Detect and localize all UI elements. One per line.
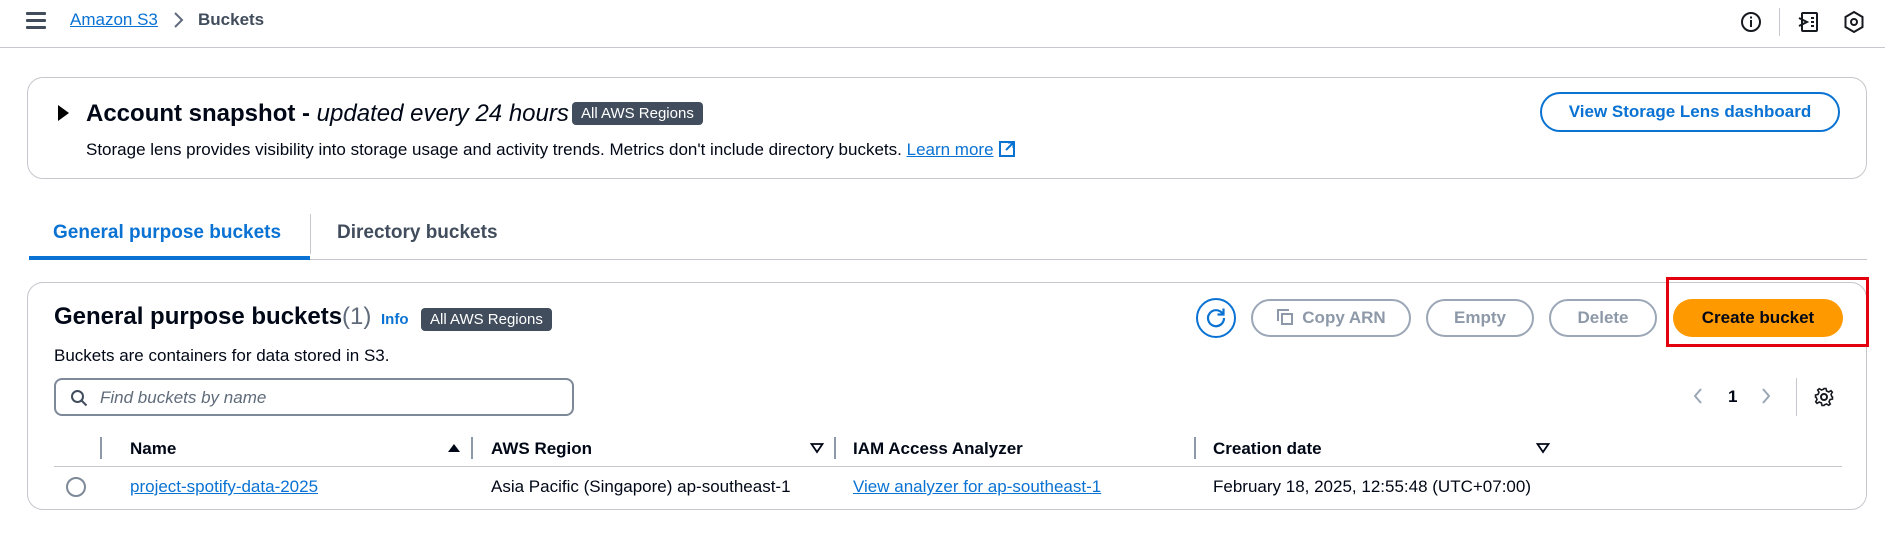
snapshot-title-separator: - (295, 100, 317, 127)
snapshot-subtitle: updated every 24 hours (316, 100, 569, 127)
learn-more-label: Learn more (906, 140, 994, 159)
panel-title: General purpose buckets (54, 303, 343, 330)
general-purpose-buckets-panel: General purpose buckets (1) Info All AWS… (27, 282, 1867, 510)
highlight-box (1666, 277, 1869, 347)
snapshot-title: Account snapshot - updated every 24 hour… (86, 100, 569, 128)
external-link-icon (998, 141, 1015, 157)
column-header-iam-access-analyzer[interactable]: IAM Access Analyzer (853, 439, 1023, 459)
column-header-name[interactable]: Name (130, 439, 176, 459)
column-divider (100, 437, 102, 459)
info-link[interactable]: Info (381, 311, 409, 328)
bucket-type-tabs: General purpose buckets Directory bucket… (29, 210, 1867, 260)
region-badge: All AWS Regions (421, 308, 552, 331)
breadcrumb-current: Buckets (198, 10, 265, 29)
bucket-count: (1) (342, 303, 372, 330)
empty-button[interactable]: Empty (1426, 299, 1534, 337)
tab-divider (310, 214, 311, 254)
copy-arn-button[interactable]: Copy ARN (1251, 299, 1411, 337)
settings-hex-icon[interactable] (1842, 10, 1866, 34)
bucket-region: Asia Pacific (Singapore) ap-southeast-1 (491, 477, 791, 496)
info-circle-icon[interactable] (1739, 10, 1763, 34)
sort-descending-icon[interactable] (1536, 442, 1550, 454)
gear-icon[interactable] (1814, 387, 1834, 407)
view-storage-lens-button[interactable]: View Storage Lens dashboard (1540, 92, 1840, 132)
bucket-name-link[interactable]: project-spotify-data-2025 (130, 477, 318, 497)
current-page-number[interactable]: 1 (1728, 387, 1737, 407)
account-snapshot-panel: Account snapshot - updated every 24 hour… (27, 77, 1867, 179)
search-input[interactable] (100, 386, 560, 410)
tab-directory-buckets[interactable]: Directory buckets (337, 222, 498, 244)
column-divider (471, 437, 473, 459)
active-tab-indicator (29, 256, 310, 260)
bucket-search-field[interactable] (54, 378, 574, 416)
refresh-icon (1206, 308, 1226, 328)
region-badge: All AWS Regions (572, 102, 703, 125)
delete-button[interactable]: Delete (1549, 299, 1657, 337)
column-header-region[interactable]: AWS Region (491, 439, 592, 459)
menu-icon[interactable] (26, 12, 46, 30)
table-header: Name AWS Region IAM Access Analyzer Crea… (54, 429, 1842, 467)
snapshot-title-text: Account snapshot (86, 100, 296, 127)
snapshot-description: Storage lens provides visibility into st… (86, 140, 1016, 160)
chevron-right-icon[interactable] (1760, 387, 1772, 405)
sort-ascending-icon[interactable] (447, 442, 461, 454)
top-navigation-bar: Amazon S3 Buckets (0, 0, 1885, 48)
topbar-divider (1779, 8, 1780, 36)
row-select-radio[interactable] (66, 477, 86, 497)
column-divider (1194, 437, 1196, 459)
panel-description: Buckets are containers for data stored i… (54, 346, 390, 365)
table-row: project-spotify-data-2025 Asia Pacific (… (54, 468, 1842, 506)
snapshot-description-text: Storage lens provides visibility into st… (86, 140, 902, 159)
chevron-right-icon (174, 12, 184, 28)
copy-arn-label: Copy ARN (1302, 308, 1386, 327)
refresh-button[interactable] (1196, 298, 1236, 338)
column-divider (834, 437, 836, 459)
column-header-creation-date[interactable]: Creation date (1213, 439, 1322, 459)
copy-icon (1277, 309, 1294, 325)
learn-more-link[interactable]: Learn more (907, 140, 1016, 159)
tab-general-purpose-buckets[interactable]: General purpose buckets (53, 222, 281, 244)
notifications-icon[interactable] (1797, 10, 1821, 34)
pager-divider (1796, 378, 1797, 416)
caret-right-icon[interactable] (58, 105, 69, 121)
sort-descending-icon[interactable] (810, 442, 824, 454)
bucket-creation-date: February 18, 2025, 12:55:48 (UTC+07:00) (1213, 477, 1531, 496)
breadcrumb-amazon-s3[interactable]: Amazon S3 (70, 10, 158, 30)
search-icon (71, 390, 88, 407)
chevron-left-icon[interactable] (1692, 387, 1704, 405)
view-analyzer-link[interactable]: View analyzer for ap-southeast-1 (853, 477, 1101, 497)
